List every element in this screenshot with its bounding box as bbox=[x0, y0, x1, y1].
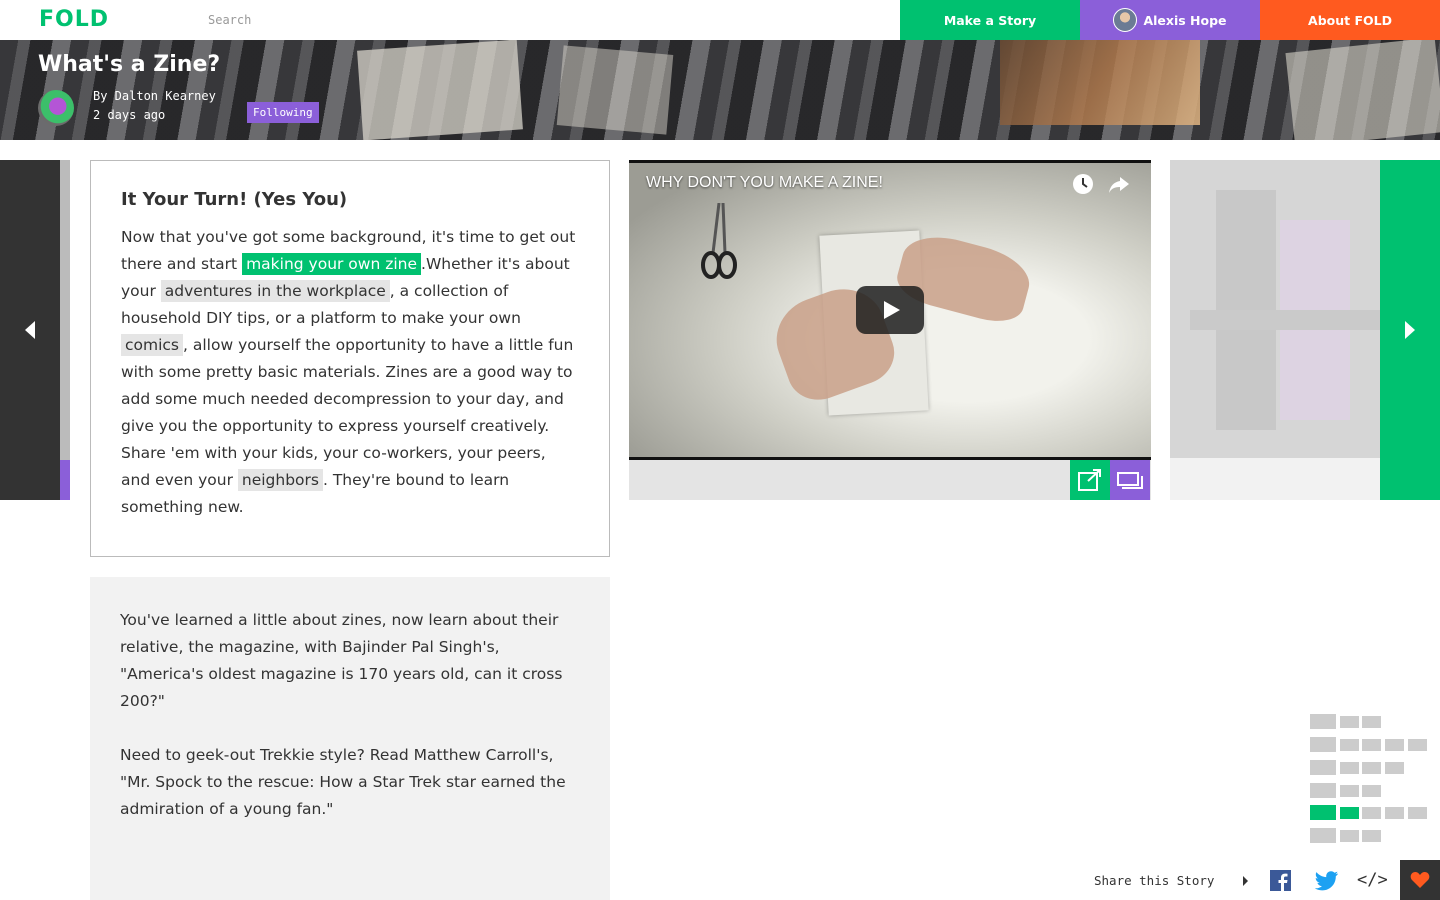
previous-card-button[interactable] bbox=[0, 160, 60, 500]
nav-map-cell[interactable] bbox=[1362, 785, 1381, 797]
nav-map-cell[interactable] bbox=[1362, 807, 1381, 819]
banner-collage-paper bbox=[357, 40, 523, 140]
previous-card-preview-accent bbox=[60, 460, 70, 500]
chevron-right-icon bbox=[1405, 321, 1415, 339]
open-external-button[interactable] bbox=[1070, 460, 1110, 500]
nav-map-cell[interactable] bbox=[1362, 830, 1381, 842]
related-reading-card: You've learned a little about zines, now… bbox=[90, 577, 610, 900]
following-button[interactable]: Following bbox=[247, 102, 319, 123]
nav-map-cell[interactable] bbox=[1340, 830, 1359, 842]
nav-map-cell[interactable] bbox=[1310, 737, 1336, 752]
next-card-preview[interactable] bbox=[1170, 160, 1380, 500]
story-text-card: It Your Turn! (Yes You) Now that you've … bbox=[90, 160, 610, 557]
nav-map-cell[interactable] bbox=[1385, 807, 1404, 819]
nav-map-cell[interactable] bbox=[1340, 739, 1359, 751]
nav-map-cell[interactable] bbox=[1385, 762, 1404, 774]
video-card: WHY DON'T YOU MAKE A ZINE! bbox=[629, 160, 1151, 500]
banner-collage-paper bbox=[556, 45, 674, 135]
nav-map-cell[interactable] bbox=[1362, 716, 1381, 728]
nav-map-cell[interactable] bbox=[1310, 783, 1336, 798]
previous-card-preview bbox=[60, 160, 70, 500]
about-fold-button[interactable]: About FOLD bbox=[1260, 0, 1440, 40]
next-card-button[interactable] bbox=[1380, 160, 1440, 500]
scissors-image bbox=[701, 203, 737, 279]
nav-map-cell[interactable] bbox=[1340, 716, 1359, 728]
video-title[interactable]: WHY DON'T YOU MAKE A ZINE! bbox=[646, 174, 883, 192]
user-menu-button[interactable]: Alexis Hope bbox=[1080, 0, 1260, 40]
link-making-your-own-zine[interactable]: making your own zine bbox=[242, 253, 422, 275]
related-paragraph-magazine: You've learned a little about zines, now… bbox=[120, 611, 563, 710]
chevron-left-icon bbox=[25, 321, 35, 339]
facebook-icon[interactable] bbox=[1269, 870, 1293, 892]
caret-right-icon bbox=[1243, 876, 1248, 886]
twitter-icon[interactable] bbox=[1315, 870, 1339, 892]
favorite-button[interactable] bbox=[1400, 860, 1440, 900]
clock-icon[interactable] bbox=[1072, 173, 1094, 195]
story-navigation-map bbox=[1310, 714, 1430, 844]
nav-map-cell[interactable] bbox=[1310, 760, 1336, 775]
author-avatar[interactable] bbox=[38, 90, 74, 126]
nav-map-cell[interactable] bbox=[1362, 762, 1381, 774]
fold-logo[interactable]: FOLD bbox=[39, 7, 109, 32]
card-body: Now that you've got some background, it'… bbox=[121, 224, 579, 521]
stack-icon bbox=[1117, 472, 1143, 489]
story-title: What's a Zine? bbox=[38, 52, 221, 77]
banner-collage-photo bbox=[1000, 40, 1200, 125]
play-button[interactable] bbox=[856, 286, 924, 334]
search-input[interactable] bbox=[200, 8, 700, 32]
body-text-segment: , allow yourself the opportunity to have… bbox=[121, 336, 574, 489]
related-paragraph-star-trek: Need to geek-out Trekkie style? Read Mat… bbox=[120, 746, 566, 818]
banner-collage-paper bbox=[1285, 40, 1440, 140]
author-name[interactable]: By Dalton Kearney bbox=[93, 89, 216, 103]
next-card-image bbox=[1170, 160, 1380, 458]
nav-map-cell[interactable] bbox=[1340, 762, 1359, 774]
nav-map-cell-current[interactable] bbox=[1310, 805, 1336, 820]
nav-map-cell[interactable] bbox=[1408, 739, 1427, 751]
expand-icon bbox=[1078, 469, 1101, 491]
story-header-banner: What's a Zine? By Dalton Kearney 2 days … bbox=[0, 40, 1440, 140]
make-story-button[interactable]: Make a Story bbox=[900, 0, 1080, 40]
share-story-label: Share this Story bbox=[1094, 873, 1215, 888]
link-comics[interactable]: comics bbox=[121, 334, 184, 356]
link-neighbors[interactable]: neighbors bbox=[237, 469, 323, 491]
share-arrow-icon[interactable] bbox=[1108, 173, 1130, 195]
nav-map-cell[interactable] bbox=[1340, 785, 1359, 797]
card-heading: It Your Turn! (Yes You) bbox=[121, 189, 348, 210]
next-card-shape bbox=[1190, 310, 1380, 330]
nav-map-cell[interactable] bbox=[1385, 739, 1404, 751]
nav-map-cell[interactable] bbox=[1408, 807, 1427, 819]
user-avatar bbox=[1113, 8, 1138, 32]
play-icon bbox=[884, 301, 900, 319]
video-player[interactable]: WHY DON'T YOU MAKE A ZINE! bbox=[629, 160, 1151, 460]
user-name: Alexis Hope bbox=[1143, 12, 1227, 28]
link-adventures-in-workplace[interactable]: adventures in the workplace bbox=[160, 280, 390, 302]
heart-icon bbox=[1410, 871, 1430, 888]
nav-map-cell[interactable] bbox=[1362, 739, 1381, 751]
top-nav: FOLD Make a Story Alexis Hope About FOLD bbox=[0, 0, 1440, 40]
post-time: 2 days ago bbox=[93, 108, 166, 122]
nav-map-cell-current[interactable] bbox=[1340, 807, 1359, 819]
nav-map-cell[interactable] bbox=[1310, 828, 1336, 843]
embed-icon[interactable]: </> bbox=[1357, 870, 1388, 892]
nav-map-cell[interactable] bbox=[1310, 714, 1336, 729]
card-stack-button[interactable] bbox=[1110, 460, 1150, 500]
